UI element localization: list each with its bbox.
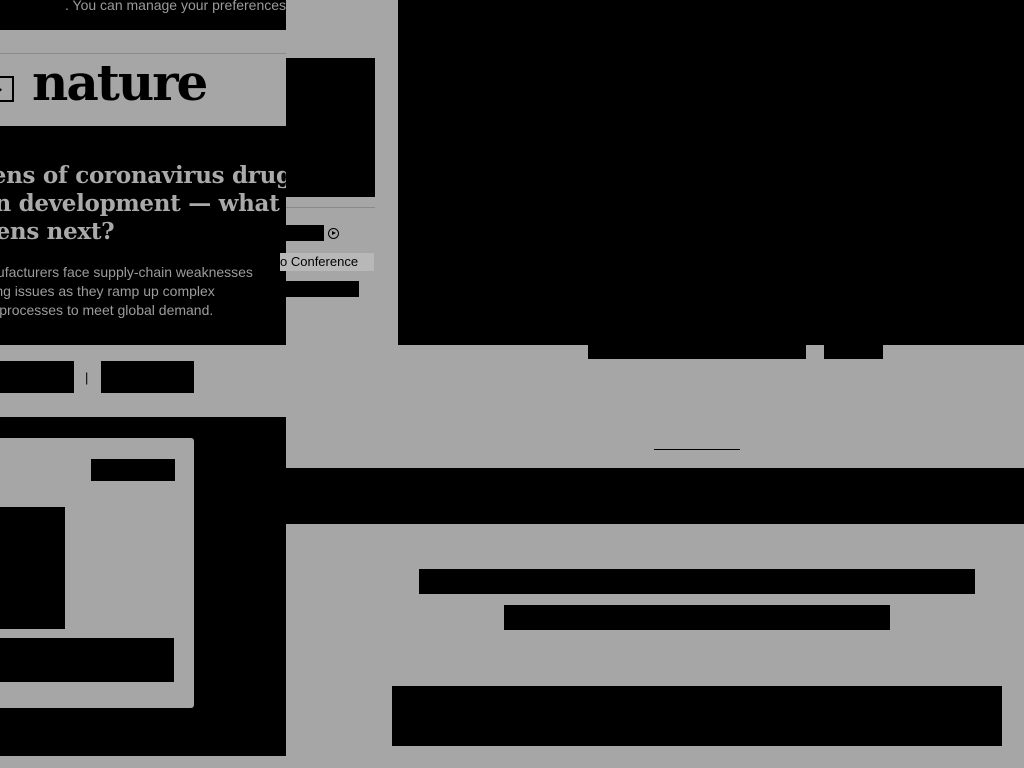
cookie-notice-text: . You can manage your preferences bbox=[65, 0, 286, 13]
standfirst-line: sourcing issues as they ramp up complex bbox=[0, 283, 215, 299]
redacted-tab[interactable] bbox=[824, 345, 883, 359]
headline-line: ozens of coronavirus drug bbox=[0, 162, 286, 189]
redacted-banner bbox=[286, 468, 1024, 524]
site-logo[interactable]: nature bbox=[32, 58, 208, 108]
menu-toggle-icon[interactable] bbox=[0, 76, 14, 102]
hero-article[interactable]: ozens of coronavirus drug e in developme… bbox=[0, 126, 286, 345]
button-separator: | bbox=[85, 370, 89, 385]
redacted-video-player[interactable] bbox=[398, 0, 1024, 345]
redacted-card-image bbox=[0, 507, 65, 629]
redacted-tab[interactable] bbox=[588, 345, 806, 359]
redacted-button[interactable] bbox=[101, 361, 194, 393]
banner-mark bbox=[466, 519, 472, 524]
article-standfirst: g manufacturers face supply-chain weakne… bbox=[0, 263, 286, 320]
redacted-cta-button[interactable] bbox=[392, 686, 1002, 746]
divider bbox=[286, 207, 375, 208]
standfirst-line: g manufacturers face supply-chain weakne… bbox=[0, 264, 253, 280]
event-label[interactable]: o Conference bbox=[280, 253, 374, 271]
play-circle-icon[interactable] bbox=[328, 228, 339, 239]
redacted-text bbox=[286, 225, 324, 241]
redacted-button[interactable] bbox=[0, 361, 74, 393]
redacted-card-footer[interactable] bbox=[0, 638, 174, 682]
headline-line: ppens next? bbox=[0, 218, 115, 245]
redacted-text bbox=[286, 281, 359, 297]
link-underline[interactable] bbox=[654, 449, 740, 450]
redacted-text-line bbox=[419, 569, 975, 594]
redacted-advert[interactable] bbox=[286, 58, 375, 197]
redacted-card-tag bbox=[91, 459, 175, 481]
article-headline[interactable]: ozens of coronavirus drug e in developme… bbox=[0, 162, 286, 246]
standfirst-line: uction processes to meet global demand. bbox=[0, 302, 214, 318]
headline-line: e in development — what bbox=[0, 190, 280, 217]
redacted-text-line bbox=[504, 605, 890, 630]
cookie-banner: . You can manage your preferences bbox=[0, 0, 286, 30]
